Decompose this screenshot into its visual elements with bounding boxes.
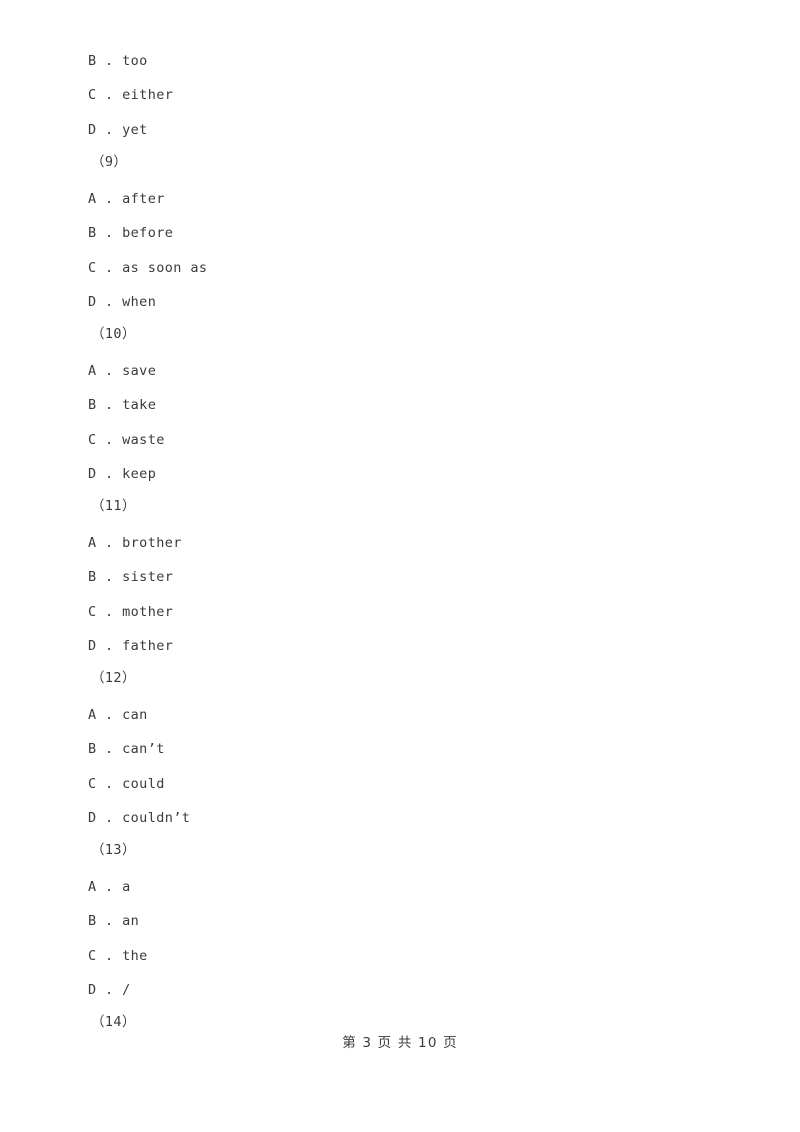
question-number: （11） <box>91 498 136 514</box>
question-number: （12） <box>91 670 136 686</box>
question-number: （14） <box>91 1014 136 1030</box>
answer-option: D . couldn’t <box>88 810 191 826</box>
answer-option: A . brother <box>88 535 182 551</box>
answer-option: B . too <box>88 53 148 69</box>
answer-option: B . can’t <box>88 741 165 757</box>
question-number: （9） <box>91 154 128 170</box>
page-footer: 第 3 页 共 10 页 <box>342 1035 458 1051</box>
answer-option: C . waste <box>88 432 165 448</box>
answer-option: D . father <box>88 638 174 654</box>
answer-option: B . take <box>88 397 157 413</box>
question-number: （13） <box>91 842 136 858</box>
answer-option: C . either <box>88 87 174 103</box>
answer-option: A . save <box>88 363 157 379</box>
answer-option: A . can <box>88 707 148 723</box>
document-page: B . too C . either D . yet （9） A . after B . … <box>0 0 800 1132</box>
answer-option: C . the <box>88 948 148 964</box>
answer-option: B . sister <box>88 569 174 585</box>
answer-option: C . mother <box>88 604 174 620</box>
question-number: （10） <box>91 326 136 342</box>
answer-option: B . an <box>88 913 140 929</box>
answer-option: C . as soon as <box>88 260 208 276</box>
answer-option: D . / <box>88 982 131 998</box>
answer-option: A . a <box>88 879 131 895</box>
answer-option: D . keep <box>88 466 157 482</box>
answer-option: D . yet <box>88 122 148 138</box>
answer-option: B . before <box>88 225 174 241</box>
answer-option: C . could <box>88 776 165 792</box>
answer-option: D . when <box>88 294 157 310</box>
answer-option: A . after <box>88 191 165 207</box>
